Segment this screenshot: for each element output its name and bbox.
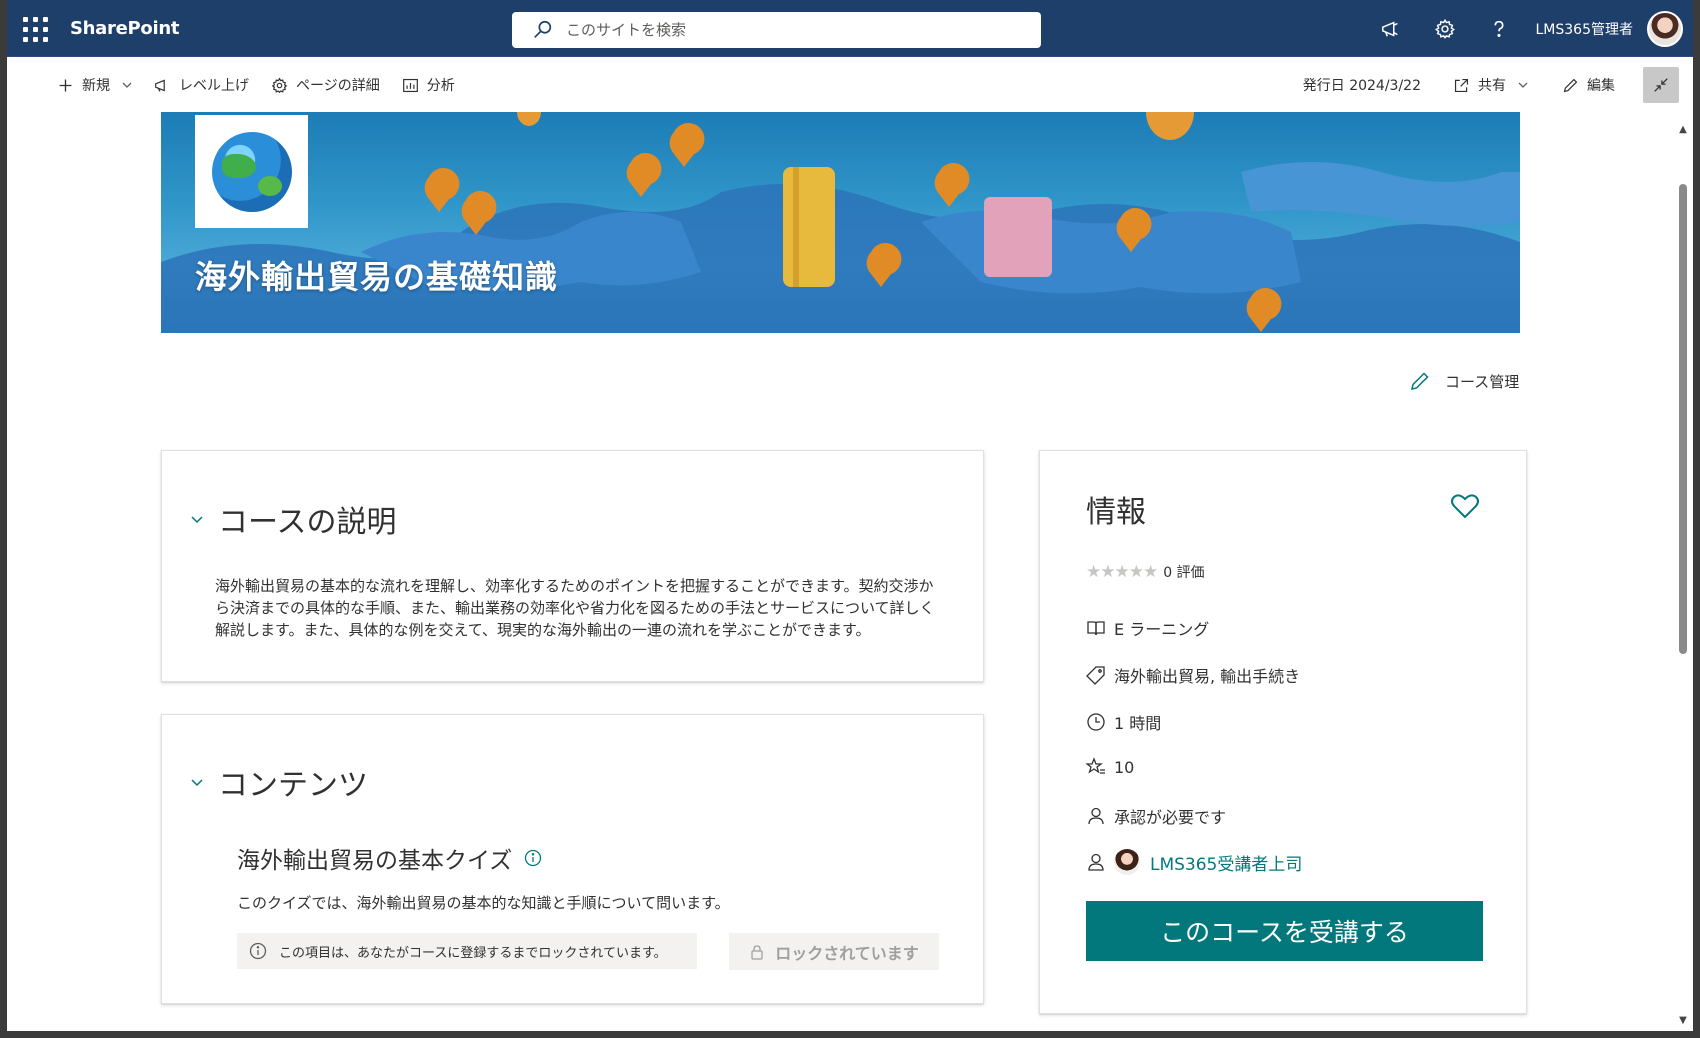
person-icon bbox=[1088, 853, 1104, 871]
chevron-down-icon bbox=[191, 516, 203, 524]
course-type: E ラーニング bbox=[1114, 620, 1210, 639]
chevron-down-icon bbox=[122, 82, 132, 88]
settings-gear-icon[interactable] bbox=[1418, 0, 1472, 57]
analytics-icon bbox=[402, 78, 418, 92]
browser-frame: SharePoint LMS365管理者 新規 bbox=[0, 0, 1700, 1038]
vertical-scrollbar[interactable]: ▲ ▼ bbox=[1673, 112, 1693, 1031]
chevron-down-icon bbox=[191, 779, 203, 787]
pencil-icon bbox=[1563, 78, 1578, 92]
search-icon bbox=[534, 20, 552, 38]
course-duration: 1 時間 bbox=[1114, 714, 1162, 733]
contents-header[interactable]: コンテンツ bbox=[190, 760, 368, 804]
new-button[interactable]: 新規 bbox=[49, 67, 140, 103]
description-heading: コースの説明 bbox=[218, 505, 397, 540]
course-contents-card: コンテンツ 海外輸出貿易の基本クイズ このクイズでは、海外輸出貿易の基本的な知識… bbox=[161, 714, 984, 1004]
rating: ★★★★★ 0 評価 bbox=[1086, 562, 1205, 582]
share-label: 共有 bbox=[1478, 78, 1506, 94]
pencil-icon bbox=[1411, 372, 1429, 390]
site-search-box[interactable] bbox=[512, 12, 1041, 48]
help-icon[interactable] bbox=[1472, 0, 1526, 57]
megaphone-icon bbox=[155, 79, 165, 92]
chevron-down-icon bbox=[1518, 82, 1528, 88]
clock-icon bbox=[1087, 713, 1105, 731]
info-icon[interactable] bbox=[524, 849, 542, 867]
user-avatar[interactable] bbox=[1647, 10, 1683, 47]
plus-icon bbox=[59, 79, 72, 91]
book-icon bbox=[1087, 621, 1105, 636]
edit-button[interactable]: 編集 bbox=[1554, 67, 1623, 103]
app-launcher-icon[interactable] bbox=[21, 15, 48, 42]
star-list-icon bbox=[1086, 757, 1105, 774]
course-tags: 海外輸出貿易, 輸出手続き bbox=[1114, 667, 1301, 686]
course-title: 海外輸出貿易の基礎知識 bbox=[195, 258, 559, 296]
approval-status: 承認が必要です bbox=[1114, 808, 1227, 827]
collapse-button[interactable] bbox=[1643, 67, 1679, 103]
gear-icon bbox=[271, 77, 288, 93]
lock-notice: この項目は、あなたがコースに登録するまでロックされています。 bbox=[237, 933, 697, 969]
points-row: 10 bbox=[1086, 757, 1134, 777]
locked-button-label: ロックされています bbox=[775, 943, 919, 963]
approval-row: 承認が必要です bbox=[1086, 804, 1226, 828]
duration-row: 1 時間 bbox=[1086, 710, 1161, 734]
locked-button[interactable]: ロックされています bbox=[729, 933, 939, 970]
share-icon bbox=[1454, 78, 1469, 92]
sharepoint-brand[interactable]: SharePoint bbox=[70, 18, 179, 39]
enroll-button[interactable]: このコースを受講する bbox=[1086, 901, 1483, 961]
contents-heading: コンテンツ bbox=[218, 768, 368, 803]
suite-bar: SharePoint LMS365管理者 bbox=[7, 0, 1693, 57]
page-details-button[interactable]: ページの詳細 bbox=[263, 67, 388, 103]
scroll-up-arrow-icon[interactable]: ▲ bbox=[1677, 124, 1689, 136]
manager-avatar bbox=[1114, 849, 1140, 875]
info-heading: 情報 bbox=[1086, 495, 1146, 530]
world-map-background bbox=[161, 112, 1520, 333]
course-points: 10 bbox=[1114, 757, 1135, 777]
course-manage-link[interactable]: コース管理 bbox=[1409, 370, 1519, 392]
megaphone-icon[interactable] bbox=[1364, 0, 1418, 57]
scrollbar-thumb[interactable] bbox=[1679, 184, 1687, 654]
quiz-title[interactable]: 海外輸出貿易の基本クイズ bbox=[237, 841, 542, 875]
edit-label: 編集 bbox=[1587, 78, 1615, 94]
published-date: 発行日 2024/3/22 bbox=[1302, 78, 1421, 94]
course-type-row: E ラーニング bbox=[1086, 616, 1209, 640]
manager-name-link[interactable]: LMS365受講者上司 bbox=[1150, 850, 1302, 875]
collapse-arrows-icon bbox=[1654, 78, 1668, 92]
heart-icon[interactable] bbox=[1450, 491, 1480, 521]
info-icon bbox=[249, 942, 267, 960]
person-icon bbox=[1088, 807, 1104, 825]
lock-notice-text: この項目は、あなたがコースに登録するまでロックされています。 bbox=[279, 945, 667, 961]
course-tags-row: 海外輸出貿易, 輸出手続き bbox=[1086, 663, 1300, 687]
course-info-card: 情報 ★★★★★ 0 評価 E ラーニング 海外輸出貿易, 輸出手続き 1 時間… bbox=[1039, 450, 1527, 1014]
suite-bar-actions: LMS365管理者 bbox=[1364, 0, 1683, 57]
analytics-button[interactable]: 分析 bbox=[394, 67, 463, 103]
course-manage-label: コース管理 bbox=[1445, 372, 1520, 391]
rating-count: 0 評価 bbox=[1163, 565, 1205, 581]
quiz-description: このクイズでは、海外輸出貿易の基本的な知識と手順について問います。 bbox=[237, 894, 730, 912]
analytics-label: 分析 bbox=[426, 78, 455, 94]
course-logo bbox=[195, 115, 308, 228]
search-input[interactable] bbox=[566, 21, 986, 39]
promote-label: レベル上げ bbox=[179, 78, 249, 94]
manager-row: LMS365受講者上司 bbox=[1086, 849, 1302, 875]
lock-icon bbox=[751, 944, 763, 960]
promote-button[interactable]: レベル上げ bbox=[146, 67, 257, 103]
description-header[interactable]: コースの説明 bbox=[190, 497, 397, 541]
user-name[interactable]: LMS365管理者 bbox=[1536, 19, 1634, 39]
globe-icon bbox=[211, 131, 292, 212]
hero-banner: 海外輸出貿易の基礎知識 bbox=[161, 112, 1520, 333]
course-description-card: コースの説明 海外輸出貿易の基本的な流れを理解し、効率化するためのポイントを把握… bbox=[161, 450, 984, 682]
command-bar: 新規 レベル上げ ページの詳細 分析 発行日 2024/3/22 共有 編集 bbox=[7, 57, 1693, 112]
scroll-down-arrow-icon[interactable]: ▼ bbox=[1677, 1015, 1689, 1027]
quiz-title-label: 海外輸出貿易の基本クイズ bbox=[237, 848, 513, 874]
tag-icon bbox=[1086, 666, 1105, 685]
page-details-label: ページの詳細 bbox=[296, 78, 380, 94]
description-text: 海外輸出貿易の基本的な流れを理解し、効率化するためのポイントを把握することができ… bbox=[215, 577, 935, 639]
share-button[interactable]: 共有 bbox=[1445, 67, 1536, 103]
new-label: 新規 bbox=[82, 78, 110, 94]
rating-stars[interactable]: ★★★★★ bbox=[1086, 562, 1158, 582]
